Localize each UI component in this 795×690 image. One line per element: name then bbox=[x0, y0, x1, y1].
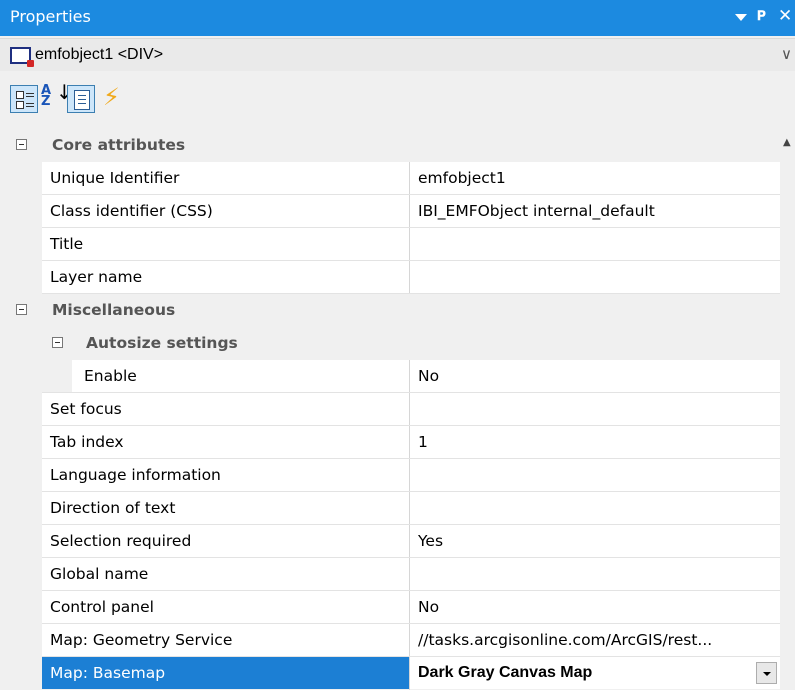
object-icon bbox=[10, 47, 34, 67]
property-row[interactable]: Map: Geometry Service //tasks.arcgisonli… bbox=[0, 624, 780, 657]
categorized-view-icon[interactable] bbox=[10, 85, 38, 113]
property-row-selected[interactable]: Map: Basemap Dark Gray Canvas Map bbox=[0, 657, 780, 690]
properties-toolbar: A Z ↓ ⚡ bbox=[0, 71, 795, 129]
dropdown-arrow-button[interactable] bbox=[756, 662, 777, 684]
window-position-dropdown-icon[interactable] bbox=[735, 14, 747, 21]
property-name: Set focus bbox=[42, 393, 409, 425]
close-icon[interactable]: ✕ bbox=[778, 6, 794, 26]
property-value[interactable]: IBI_EMFObject internal_default bbox=[410, 195, 780, 227]
property-row[interactable]: Language information bbox=[0, 459, 780, 492]
basemap-select-value[interactable]: Dark Gray Canvas Map bbox=[410, 657, 780, 689]
property-value[interactable] bbox=[410, 459, 780, 491]
property-row[interactable]: Enable No bbox=[0, 360, 780, 393]
object-selector-value: emfobject1 <DIV> bbox=[35, 46, 164, 63]
property-value[interactable] bbox=[410, 558, 780, 590]
property-row[interactable]: Global name bbox=[0, 558, 780, 591]
property-name: Global name bbox=[42, 558, 409, 590]
property-name: Enable bbox=[72, 360, 409, 392]
collapse-icon[interactable] bbox=[16, 139, 27, 150]
property-name: Map: Geometry Service bbox=[42, 624, 409, 656]
property-row[interactable]: Tab index 1 bbox=[0, 426, 780, 459]
property-value[interactable]: No bbox=[410, 360, 780, 392]
property-value[interactable]: 1 bbox=[410, 426, 780, 458]
property-row[interactable]: Direction of text bbox=[0, 492, 780, 525]
property-value[interactable]: Yes bbox=[410, 525, 780, 557]
property-name: Tab index bbox=[42, 426, 409, 458]
category-core-attributes[interactable]: Core attributes bbox=[0, 129, 780, 162]
collapse-icon[interactable] bbox=[52, 337, 63, 348]
property-name: Direction of text bbox=[42, 492, 409, 524]
property-name: Map: Basemap bbox=[42, 657, 409, 689]
properties-title-bar: Properties 𝐏 ✕ bbox=[0, 0, 795, 36]
property-value[interactable] bbox=[410, 492, 780, 524]
chevron-down-icon[interactable]: ∨ bbox=[781, 45, 792, 63]
property-row[interactable]: Class identifier (CSS) IBI_EMFObject int… bbox=[0, 195, 780, 228]
events-lightning-icon[interactable]: ⚡ bbox=[103, 83, 131, 111]
category-label: Core attributes bbox=[52, 136, 186, 154]
property-name: Title bbox=[42, 228, 409, 260]
category-miscellaneous[interactable]: Miscellaneous bbox=[0, 294, 780, 327]
property-value[interactable] bbox=[410, 393, 780, 425]
panel-title: Properties bbox=[10, 7, 91, 26]
property-value[interactable]: //tasks.arcgisonline.com/ArcGIS/rest... bbox=[410, 624, 780, 656]
property-value[interactable] bbox=[410, 261, 780, 293]
object-selector[interactable]: emfobject1 <DIV> ∨ bbox=[0, 38, 795, 72]
property-name: Unique Identifier bbox=[42, 162, 409, 194]
category-autosize-settings[interactable]: Autosize settings bbox=[0, 327, 780, 360]
property-name: Language information bbox=[42, 459, 409, 491]
property-name: Control panel bbox=[42, 591, 409, 623]
scroll-up-icon[interactable]: ▲ bbox=[783, 137, 791, 148]
property-row[interactable]: Set focus bbox=[0, 393, 780, 426]
category-label: Miscellaneous bbox=[52, 301, 176, 319]
property-row[interactable]: Selection required Yes bbox=[0, 525, 780, 558]
property-row[interactable]: Title bbox=[0, 228, 780, 261]
property-name: Selection required bbox=[42, 525, 409, 557]
property-row[interactable]: Unique Identifier emfobject1 bbox=[0, 162, 780, 195]
property-value[interactable] bbox=[410, 228, 780, 260]
sort-alphabetical-icon[interactable]: A Z ↓ bbox=[41, 82, 73, 113]
pin-icon[interactable]: 𝐏 bbox=[757, 9, 773, 27]
property-value[interactable]: No bbox=[410, 591, 780, 623]
property-name: Class identifier (CSS) bbox=[42, 195, 409, 227]
properties-page-icon[interactable] bbox=[67, 85, 95, 113]
property-row[interactable]: Control panel No bbox=[0, 591, 780, 624]
collapse-icon[interactable] bbox=[16, 304, 27, 315]
property-name: Layer name bbox=[42, 261, 409, 293]
category-label: Autosize settings bbox=[86, 334, 238, 352]
property-value[interactable]: emfobject1 bbox=[410, 162, 780, 194]
property-grid: Core attributes Unique Identifier emfobj… bbox=[0, 129, 795, 690]
property-row[interactable]: Layer name bbox=[0, 261, 780, 294]
vertical-scrollbar[interactable]: ▲ bbox=[780, 129, 795, 686]
